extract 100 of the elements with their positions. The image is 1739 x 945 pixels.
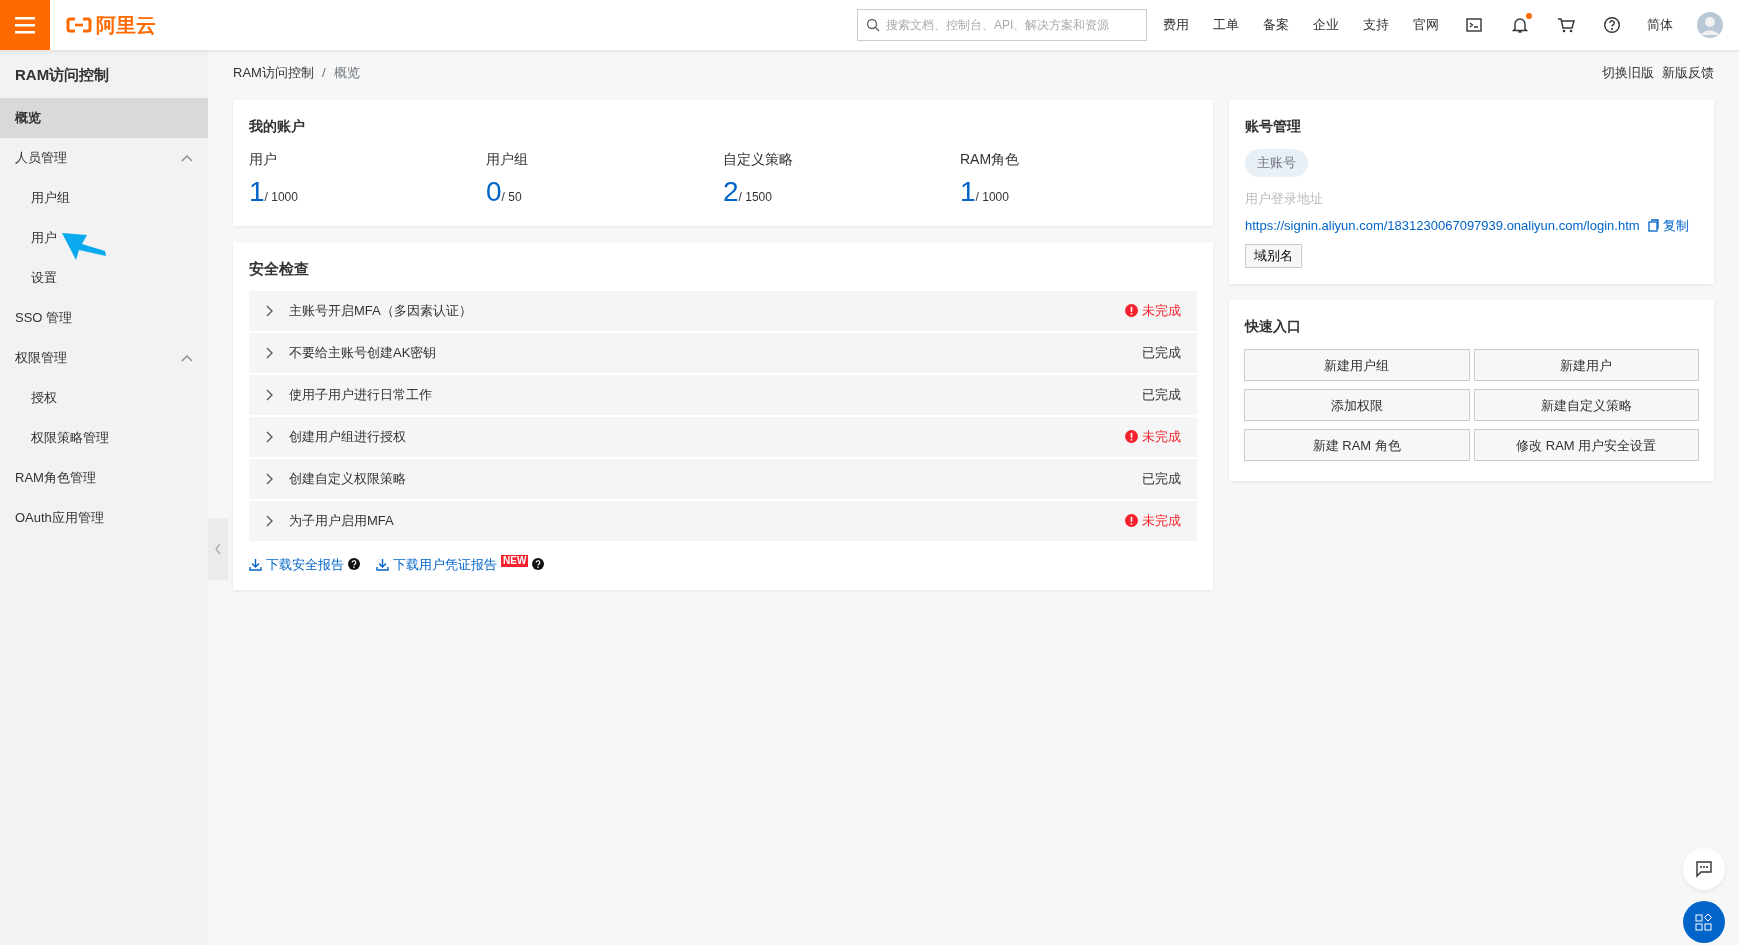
stat-total: / 1000 bbox=[264, 190, 298, 206]
quick-button[interactable]: 新建用户 bbox=[1473, 349, 1699, 382]
apps-icon bbox=[1695, 913, 1713, 931]
menu-button[interactable] bbox=[0, 0, 50, 50]
chevron-icon bbox=[265, 430, 273, 443]
header-link[interactable]: 切换旧版 bbox=[1602, 63, 1654, 83]
help-icon[interactable] bbox=[532, 558, 545, 571]
nav-link[interactable]: 费用 bbox=[1163, 15, 1189, 35]
quick-button[interactable]: 新建自定义策略 bbox=[1473, 389, 1699, 422]
collapse-handle[interactable] bbox=[208, 518, 228, 580]
breadcrumb-separator: / bbox=[321, 64, 326, 83]
stat-label: 用户组 bbox=[486, 150, 529, 169]
check-label: 创建自定义权限策略 bbox=[289, 469, 406, 488]
copy-link[interactable]: 复制 bbox=[1647, 216, 1689, 236]
chevron-icon bbox=[265, 514, 273, 527]
stat-label: 用户 bbox=[249, 150, 278, 169]
alias-button[interactable]: 域别名 bbox=[1245, 243, 1302, 269]
new-badge: NEW bbox=[501, 555, 529, 568]
alert-icon bbox=[1125, 430, 1138, 443]
check-row[interactable]: 创建用户组进行授权 未完成 bbox=[249, 416, 1197, 457]
check-status: 未完成 bbox=[1142, 511, 1181, 530]
chevron-icon bbox=[181, 153, 193, 163]
quick-button[interactable]: 修改 RAM 用户安全设置 bbox=[1473, 429, 1699, 462]
card-title: 安全检查 bbox=[249, 259, 310, 279]
sidebar-item[interactable]: 设置 bbox=[0, 258, 208, 298]
breadcrumb-item[interactable]: RAM访问控制 bbox=[233, 63, 314, 83]
check-status: 未完成 bbox=[1142, 301, 1181, 320]
check-status: 未完成 bbox=[1142, 427, 1181, 446]
alert-icon bbox=[1125, 304, 1138, 317]
sidebar-item[interactable]: 概览 bbox=[0, 98, 208, 138]
sidebar-item[interactable]: 权限管理 bbox=[0, 338, 208, 378]
search-icon bbox=[866, 18, 880, 32]
arrow-icon bbox=[60, 230, 108, 262]
nav-link[interactable]: 官网 bbox=[1413, 15, 1439, 35]
quick-button[interactable]: 新建 RAM 角色 bbox=[1244, 429, 1470, 462]
card-title: 账号管理 bbox=[1245, 117, 1301, 136]
copy-icon bbox=[1647, 219, 1659, 233]
search-field[interactable]: 搜索文档、控制台、API、解决方案和资源 bbox=[857, 9, 1147, 41]
stat-label: 自定义策略 bbox=[723, 150, 794, 169]
alert-icon bbox=[1125, 514, 1138, 527]
stat-value: 1 bbox=[960, 178, 976, 206]
check-status: 已完成 bbox=[1142, 343, 1181, 362]
header-link[interactable]: 新版反馈 bbox=[1662, 63, 1714, 83]
download-icon bbox=[249, 557, 262, 571]
sidebar-item[interactable]: 授权 bbox=[0, 378, 208, 418]
apps-button[interactable] bbox=[1683, 901, 1725, 943]
stat-value: 0 bbox=[486, 178, 502, 206]
check-label: 创建用户组进行授权 bbox=[289, 427, 406, 446]
nav-link[interactable]: 支持 bbox=[1363, 15, 1389, 35]
terminal-icon[interactable] bbox=[1465, 16, 1483, 34]
check-row[interactable]: 创建自定义权限策略 已完成 bbox=[249, 458, 1197, 499]
check-row[interactable]: 不要给主账号创建AK密钥 已完成 bbox=[249, 332, 1197, 373]
language-link[interactable]: 简体 bbox=[1647, 15, 1673, 35]
sidebar-item[interactable]: 人员管理 bbox=[0, 138, 208, 178]
quick-button[interactable]: 新建用户组 bbox=[1244, 349, 1470, 382]
field-label: 用户登录地址 bbox=[1245, 189, 1323, 208]
chevron-icon bbox=[265, 388, 273, 401]
chat-icon bbox=[1695, 860, 1713, 878]
stat-total: / 1000 bbox=[975, 190, 1009, 206]
help-icon[interactable] bbox=[1603, 16, 1621, 34]
quick-button[interactable]: 添加权限 bbox=[1244, 389, 1470, 422]
check-row[interactable]: 主账号开启MFA（多因素认证） 未完成 bbox=[249, 290, 1197, 331]
stat-total: / 50 bbox=[501, 190, 522, 206]
login-url-link[interactable]: https://signin.aliyun.com/1831230067097939.onaliyun.com/login.htm bbox=[1245, 216, 1640, 236]
card-title: 快速入口 bbox=[1245, 317, 1302, 337]
menu-icon bbox=[15, 16, 35, 34]
stat-value: 1 bbox=[249, 178, 265, 206]
help-icon[interactable] bbox=[348, 558, 360, 571]
nav-link[interactable]: 企业 bbox=[1313, 15, 1339, 35]
chat-button[interactable] bbox=[1683, 848, 1725, 890]
sidebar-item[interactable]: 用户 bbox=[0, 218, 208, 258]
card-title: 我的账户 bbox=[249, 117, 306, 136]
check-label: 不要给主账号创建AK密钥 bbox=[289, 343, 437, 362]
sidebar-title: RAM访问控制 bbox=[14, 65, 111, 85]
check-row[interactable]: 为子用户启用MFA 未完成 bbox=[249, 500, 1197, 541]
download-link[interactable]: 下载用户凭证报告 bbox=[376, 554, 497, 574]
chevron-icon bbox=[265, 304, 273, 317]
check-label: 为子用户启用MFA bbox=[289, 511, 394, 530]
check-label: 主账号开启MFA（多因素认证） bbox=[289, 301, 472, 320]
nav-link[interactable]: 备案 bbox=[1263, 15, 1289, 35]
download-icon bbox=[376, 557, 389, 571]
sidebar-item[interactable]: SSO 管理 bbox=[0, 298, 208, 338]
check-row[interactable]: 使用子用户进行日常工作 已完成 bbox=[249, 374, 1197, 415]
stat-total: / 1500 bbox=[738, 190, 772, 206]
check-label: 使用子用户进行日常工作 bbox=[289, 385, 432, 404]
chevron-icon bbox=[265, 346, 273, 359]
download-link[interactable]: 下载安全报告 bbox=[249, 554, 344, 574]
sidebar-item[interactable]: OAuth应用管理 bbox=[0, 498, 208, 538]
chevron-icon bbox=[181, 353, 193, 363]
stat-value: 2 bbox=[723, 178, 739, 206]
stat-label: RAM角色 bbox=[960, 150, 1021, 169]
sidebar-item[interactable]: 权限策略管理 bbox=[0, 418, 208, 458]
nav-link[interactable]: 工单 bbox=[1213, 15, 1239, 35]
bell-icon[interactable] bbox=[1511, 16, 1529, 34]
cart-icon[interactable] bbox=[1557, 16, 1575, 34]
sidebar-item[interactable]: RAM角色管理 bbox=[0, 458, 208, 498]
account-tag: 主账号 bbox=[1245, 149, 1308, 177]
sidebar-item[interactable]: 用户组 bbox=[0, 178, 208, 218]
chevron-icon bbox=[214, 543, 222, 555]
check-status: 已完成 bbox=[1142, 469, 1181, 488]
